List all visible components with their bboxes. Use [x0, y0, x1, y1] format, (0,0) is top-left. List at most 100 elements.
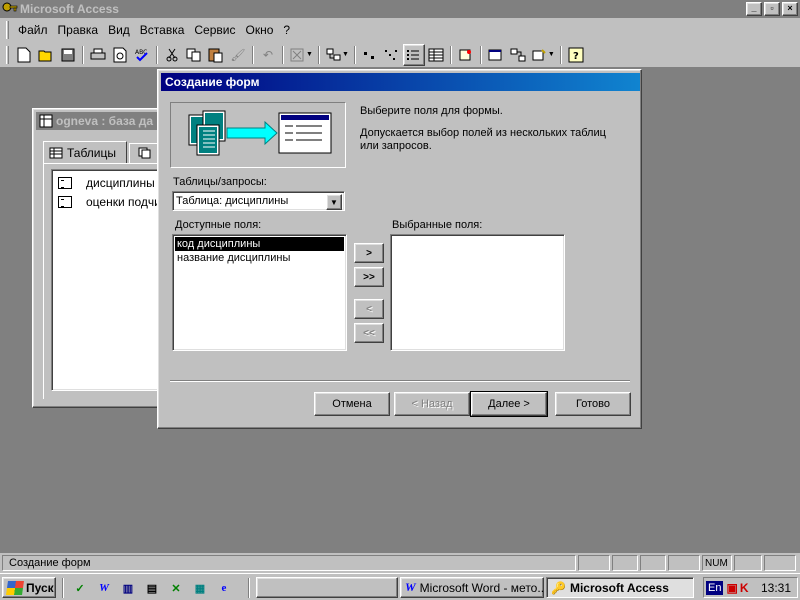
menu-edit[interactable]: Правка [53, 23, 104, 37]
toolbar-separator [82, 45, 84, 64]
antivirus-icon[interactable]: K [740, 581, 749, 595]
app-title-bar: Microsoft Access [0, 0, 800, 18]
copy-icon[interactable] [183, 44, 205, 66]
small-icons-icon[interactable] [381, 44, 403, 66]
available-fields-list[interactable]: код дисциплины название дисциплины [172, 234, 347, 351]
spelling-icon[interactable]: ABC [131, 44, 153, 66]
menu-help[interactable]: ? [278, 23, 295, 37]
toolbar-separator [252, 45, 254, 64]
remove-all-label: << [363, 327, 375, 339]
list-item[interactable]: код дисциплины [175, 237, 344, 251]
cancel-button[interactable]: Отмена [314, 392, 390, 416]
move-one-button[interactable]: > [354, 243, 384, 263]
help-icon[interactable]: ? [565, 44, 587, 66]
toolbar-separator [317, 45, 320, 64]
taskbar-word-task[interactable]: W Microsoft Word - мето... [400, 577, 544, 598]
tables-queries-select[interactable]: Таблица: дисциплины ▼ [172, 191, 345, 211]
toolbar-separator [449, 45, 452, 64]
remove-one-button[interactable]: < [354, 299, 384, 319]
database-title-text: ognevа : база да [56, 114, 154, 128]
system-tray: En ▣ K 13:31 [703, 577, 798, 598]
taskbar-access-task[interactable]: 🔑 Microsoft Access [546, 577, 694, 598]
database-window-title[interactable]: ognevа : база да [36, 112, 170, 130]
dialog-title: Создание форм [165, 75, 260, 89]
finish-label: Готово [576, 398, 610, 410]
format-painter-icon[interactable]: 🖌 [227, 44, 249, 66]
chevron-down-icon[interactable]: ▼ [548, 51, 555, 58]
taskbar-separator [62, 578, 64, 598]
table-icon [58, 177, 72, 189]
language-indicator[interactable]: En [706, 580, 724, 595]
chevron-down-icon[interactable]: ▼ [342, 51, 349, 58]
tab-tables[interactable]: Таблицы [43, 141, 127, 163]
list-item-label: оценки подчи [86, 195, 161, 209]
selected-fields-list[interactable] [390, 234, 565, 351]
hint-line-2: или запросов. [360, 140, 432, 152]
calculator-icon[interactable]: ▦ [190, 578, 210, 598]
tables-queries-label: Таблицы/запросы: [173, 176, 267, 188]
tab-queries[interactable] [129, 143, 159, 163]
menu-insert[interactable]: Вставка [135, 23, 190, 37]
status-text: Создание форм [2, 555, 576, 571]
toolbar-separator [156, 45, 158, 64]
minimize-button[interactable]: _ [746, 2, 762, 16]
internet-explorer-icon[interactable]: e [214, 578, 234, 598]
new-icon[interactable] [13, 44, 35, 66]
menu-file[interactable]: Файл [13, 23, 53, 37]
finish-button[interactable]: Готово [555, 392, 631, 416]
office-icon[interactable]: ✓ [70, 578, 90, 598]
close-button[interactable]: × [782, 2, 798, 16]
save-icon[interactable] [57, 44, 79, 66]
move-one-label: > [366, 247, 372, 259]
back-button[interactable]: < Назад [394, 392, 470, 416]
chevron-down-icon[interactable]: ▼ [306, 51, 313, 58]
menu-tools[interactable]: Сервис [189, 23, 240, 37]
dialog-title-bar[interactable]: Создание форм [161, 73, 640, 91]
fields-transfer-icon [188, 110, 332, 156]
paste-icon[interactable] [205, 44, 227, 66]
books-icon[interactable]: ▥ [118, 578, 138, 598]
menu-grip [6, 21, 9, 39]
toolbar-grip [6, 45, 9, 64]
start-button[interactable]: Пуск [2, 577, 56, 598]
tables-queries-value: Таблица: дисциплины [176, 195, 289, 207]
taskbar-blank-task[interactable] [256, 577, 398, 598]
code-icon[interactable] [455, 44, 477, 66]
remove-all-button[interactable]: << [354, 323, 384, 343]
tray-app-icon[interactable]: ▣ [726, 581, 737, 595]
status-panel [764, 555, 796, 571]
status-panel [734, 555, 762, 571]
windows-logo-icon [6, 580, 24, 595]
print-icon[interactable] [87, 44, 109, 66]
restore-button[interactable]: ▫ [764, 2, 780, 16]
document-icon[interactable]: ▤ [142, 578, 162, 598]
list-item[interactable]: название дисциплины [175, 251, 344, 265]
menu-window[interactable]: Окно [240, 23, 278, 37]
list-icon[interactable] [402, 43, 425, 66]
list-item[interactable]: дисциплины [58, 174, 155, 192]
access-key-icon [2, 2, 18, 12]
relationships-icon[interactable] [507, 44, 529, 66]
svg-text:?: ? [573, 51, 579, 62]
chevron-down-icon[interactable]: ▼ [326, 194, 342, 210]
word-icon[interactable]: W [94, 578, 114, 598]
instruction-text: Выберите поля для формы. [360, 105, 503, 117]
list-item[interactable]: оценки подчи [58, 193, 161, 211]
undo-icon[interactable]: ↶ [257, 44, 279, 66]
excel-icon[interactable]: ✕ [166, 578, 186, 598]
table-icon [58, 196, 72, 208]
query-icon [138, 147, 151, 159]
status-panel [578, 555, 610, 571]
move-all-button[interactable]: >> [354, 267, 384, 287]
back-label: < Назад [411, 398, 453, 410]
cut-icon[interactable] [161, 44, 183, 66]
task-label: Microsoft Access [569, 580, 669, 595]
objects-list[interactable]: дисциплины оценки подчи [51, 169, 171, 391]
properties-icon[interactable] [485, 44, 507, 66]
large-icons-icon[interactable] [359, 44, 381, 66]
details-icon[interactable] [425, 44, 447, 66]
menu-view[interactable]: Вид [103, 23, 135, 37]
print-preview-icon[interactable] [109, 44, 131, 66]
next-button[interactable]: Далее > [470, 391, 548, 417]
open-icon[interactable] [35, 44, 57, 66]
